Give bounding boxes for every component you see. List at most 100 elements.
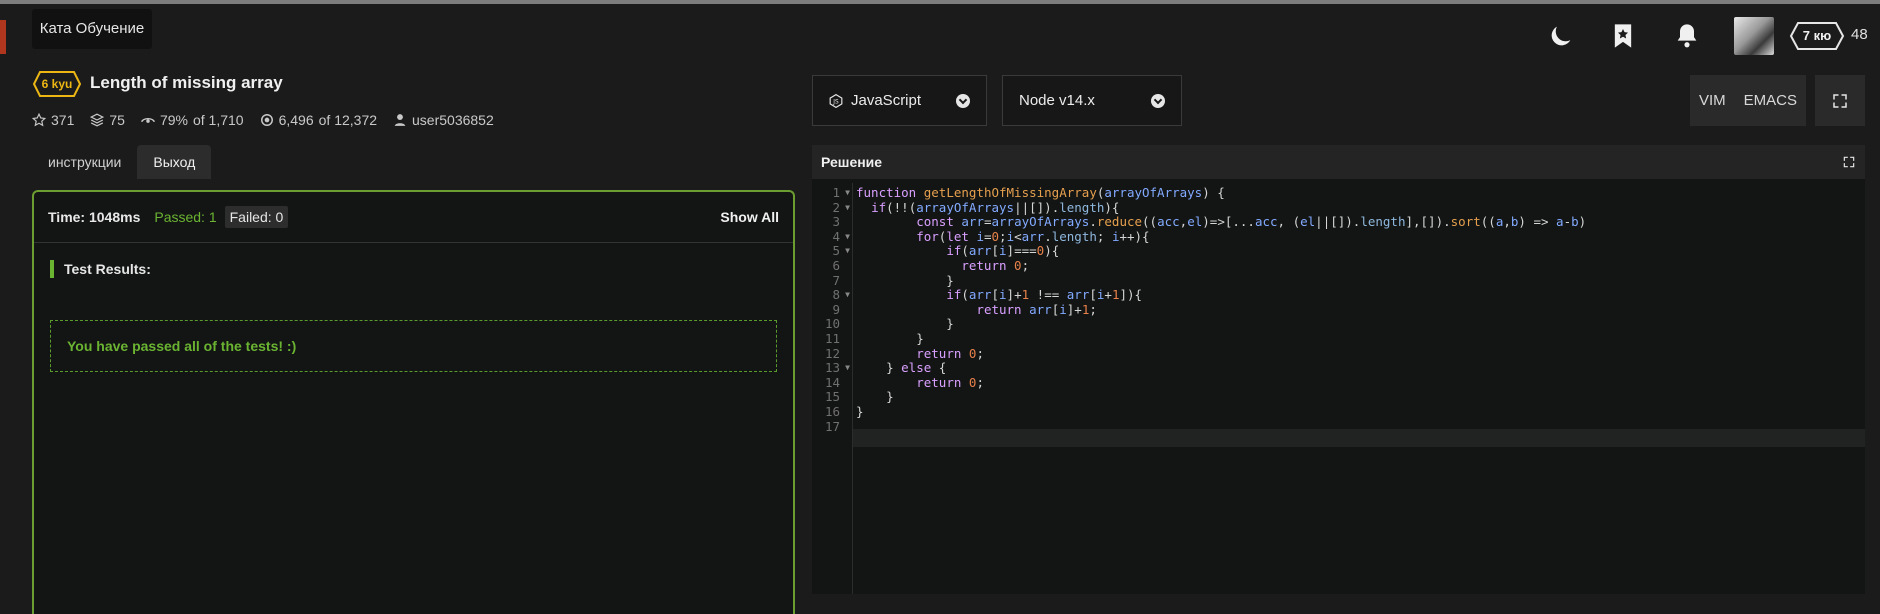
panel-tabs: инструкции Выход [32, 145, 212, 179]
line-number: 5 [832, 243, 840, 259]
svg-text:JS: JS [832, 99, 839, 105]
test-results-label: Test Results: [64, 261, 151, 277]
code-line[interactable]: function getLengthOfMissingArray(arrayOf… [856, 185, 1225, 200]
kyu-label: 6 kyu [41, 77, 73, 91]
fullscreen-button[interactable] [1815, 75, 1865, 126]
completed-value: 6,496 [278, 112, 314, 128]
avatar[interactable] [1734, 17, 1774, 55]
satisfaction-value: 79% [159, 112, 188, 128]
vim-button[interactable]: VIM [1699, 92, 1726, 109]
sidebar-edge [0, 20, 6, 54]
completed-stat: 6,496 of 12,372 [260, 112, 377, 128]
fold-arrow-icon[interactable]: ▼ [845, 203, 850, 212]
line-number: 10 [824, 316, 840, 332]
star-icon [32, 113, 46, 127]
code-line[interactable]: if(arr[i]+1 !== arr[i+1]){ [856, 287, 1142, 302]
active-line-highlight [853, 429, 1865, 447]
fold-arrow-icon[interactable]: ▼ [845, 188, 850, 197]
line-number: 6 [832, 258, 840, 273]
honor-count: 48 [1851, 26, 1868, 43]
stars-count: 371 [51, 112, 75, 128]
code-line[interactable]: } [856, 404, 864, 419]
code-area[interactable]: 1 ▼ 2 ▼ 3 4 ▼ 5 ▼ 6 7 8 ▼ 9 10 11 12 13 ▼ 14 15 16 17 function… [812, 183, 1865, 594]
kata-training-tooltip: Ката Обучение [32, 9, 152, 49]
line-number: 2 [832, 199, 840, 215]
code-line[interactable]: if(!!(arrayOfArrays||[]).length){ [856, 200, 1119, 215]
keybinding-modes: VIM EMACS [1690, 75, 1806, 126]
language-value: JavaScript [851, 92, 922, 109]
moon-icon[interactable] [1547, 22, 1575, 50]
top-border [0, 0, 1880, 4]
eye-icon [140, 117, 155, 123]
language-select[interactable]: JS JavaScript [812, 75, 987, 126]
stars-stat[interactable]: 371 [32, 112, 74, 128]
kata-title[interactable]: Length of missing array [90, 73, 283, 93]
code-line[interactable]: if(arr[i]===0){ [856, 243, 1059, 258]
code-line[interactable]: const arr=arrayOfArrays.reduce((acc,el)=… [856, 214, 1586, 229]
emacs-button[interactable]: EMACS [1744, 92, 1797, 109]
completed-total: of 12,372 [318, 112, 378, 128]
run-time: Time: 1048ms [48, 209, 141, 225]
nodejs-icon: JS [829, 93, 843, 108]
rank-badge[interactable]: 7 кю [1789, 21, 1845, 51]
test-results-heading: Test Results: [50, 260, 151, 278]
satisfaction-stat: 79% of 1,710 [140, 112, 244, 128]
line-number: 4 [832, 228, 840, 244]
target-icon [260, 114, 273, 126]
code-line[interactable]: } [856, 273, 954, 288]
line-number: 14 [824, 374, 840, 390]
output-header: Time: 1048ms Passed: 1 Failed: 0 Show Al… [34, 192, 793, 243]
line-gutter: 1 ▼ 2 ▼ 3 4 ▼ 5 ▼ 6 7 8 ▼ 9 10 11 12 13 ▼ 14 15 16 17 [812, 183, 853, 594]
rank-label: 7 кю [1802, 28, 1832, 43]
show-all-button[interactable]: Show All [720, 209, 779, 225]
line-number: 11 [824, 331, 840, 346]
failed-count[interactable]: Failed: 0 [224, 206, 289, 228]
version-select[interactable]: Node v14.x [1002, 75, 1182, 126]
chevron-down-icon [956, 93, 970, 108]
author-name: user5036852 [412, 112, 494, 128]
fold-arrow-icon[interactable]: ▼ [845, 290, 850, 299]
fold-arrow-icon[interactable]: ▼ [845, 246, 850, 255]
satisfaction-total: of 1,710 [192, 112, 244, 128]
bell-icon[interactable] [1673, 22, 1701, 50]
chevron-down-icon [1151, 93, 1165, 108]
line-number: 9 [832, 301, 840, 317]
line-number: 7 [832, 272, 840, 288]
code-line[interactable]: return 0; [856, 375, 984, 390]
tab-instructions[interactable]: инструкции [32, 145, 137, 179]
line-number: 13 [824, 360, 840, 376]
collections-stat[interactable]: 75 [90, 112, 125, 128]
code-line[interactable]: } [856, 316, 954, 331]
line-number: 17 [824, 418, 840, 434]
code-line[interactable]: for(let i=0;i<arr.length; i++){ [856, 229, 1149, 244]
fold-arrow-icon[interactable]: ▼ [845, 232, 850, 241]
fold-arrow-icon[interactable]: ▼ [845, 363, 850, 372]
line-number: 3 [832, 214, 840, 230]
results-marker [50, 260, 54, 278]
code-line[interactable]: } [856, 331, 924, 346]
code-line[interactable]: } else { [856, 360, 946, 375]
line-number: 16 [824, 404, 840, 419]
line-number: 12 [824, 345, 840, 361]
version-value: Node v14.x [1019, 92, 1095, 109]
code-line[interactable]: return arr[i]+1; [856, 302, 1096, 317]
output-panel: Time: 1048ms Passed: 1 Failed: 0 Show Al… [32, 190, 795, 614]
line-number: 15 [824, 389, 840, 405]
kyu-badge: 6 kyu [32, 70, 82, 98]
pass-message: You have passed all of the tests! :) [50, 320, 777, 372]
author-stat[interactable]: user5036852 [393, 112, 494, 128]
kata-stats: 371 75 79% of 1,710 6,496 of 12,372 user… [32, 112, 494, 128]
expand-icon[interactable] [1842, 155, 1856, 169]
editor-title: Решение [821, 154, 883, 170]
collections-count: 75 [109, 112, 125, 128]
line-number: 1 [832, 185, 840, 200]
line-number: 8 [832, 287, 840, 303]
code-line[interactable]: return 0; [856, 258, 1029, 273]
code-editor[interactable]: Решение 1 ▼ 2 ▼ 3 4 ▼ 5 ▼ 6 7 8 ▼ 9 10 11 12 13 ▼ 14 15 16 17 … [812, 145, 1865, 594]
code-line[interactable]: return 0; [856, 346, 984, 361]
bookmark-icon[interactable] [1609, 22, 1637, 50]
tab-output[interactable]: Выход [137, 145, 212, 179]
user-icon [394, 114, 406, 126]
editor-header: Решение [812, 145, 1865, 179]
code-line[interactable]: } [856, 389, 894, 404]
